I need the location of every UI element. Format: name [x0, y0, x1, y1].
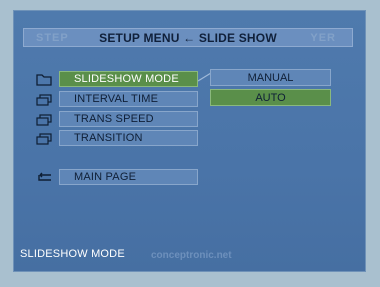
title-watermark-left: STEP — [36, 32, 69, 44]
return-icon — [38, 172, 51, 181]
osd-screen: STEP SETUP MENU ← SLIDE SHOW YER SLIDESH… — [13, 10, 366, 272]
folder-icon — [36, 74, 52, 86]
menu-item-label: SLIDESHOW MODE — [74, 73, 179, 85]
menu-item-slideshow-mode[interactable]: SLIDESHOW MODE — [59, 71, 198, 87]
option-manual[interactable]: MANUAL — [210, 69, 331, 86]
title-watermark-right: YER — [310, 32, 336, 44]
menu-item-main-page[interactable]: MAIN PAGE — [59, 169, 198, 185]
menu-item-interval-time[interactable]: INTERVAL TIME — [59, 91, 198, 107]
stack-icon — [36, 94, 52, 106]
title-bar: STEP SETUP MENU ← SLIDE SHOW YER — [23, 28, 353, 47]
menu-item-label: TRANS SPEED — [74, 113, 154, 125]
bottom-watermark: conceptronic.net — [151, 250, 232, 261]
menu-item-label: MAIN PAGE — [74, 171, 137, 183]
menu-item-transition[interactable]: TRANSITION — [59, 130, 198, 146]
menu-item-trans-speed[interactable]: TRANS SPEED — [59, 111, 198, 127]
option-label: AUTO — [255, 91, 286, 104]
menu-item-label: INTERVAL TIME — [74, 93, 159, 105]
status-text: SLIDESHOW MODE — [20, 248, 125, 260]
option-label: MANUAL — [247, 71, 294, 84]
menu-item-label: TRANSITION — [74, 132, 143, 144]
stack-icon — [36, 114, 52, 126]
page-title: SETUP MENU ← SLIDE SHOW — [99, 30, 277, 45]
option-auto[interactable]: AUTO — [210, 89, 331, 106]
stack-icon — [36, 133, 52, 145]
